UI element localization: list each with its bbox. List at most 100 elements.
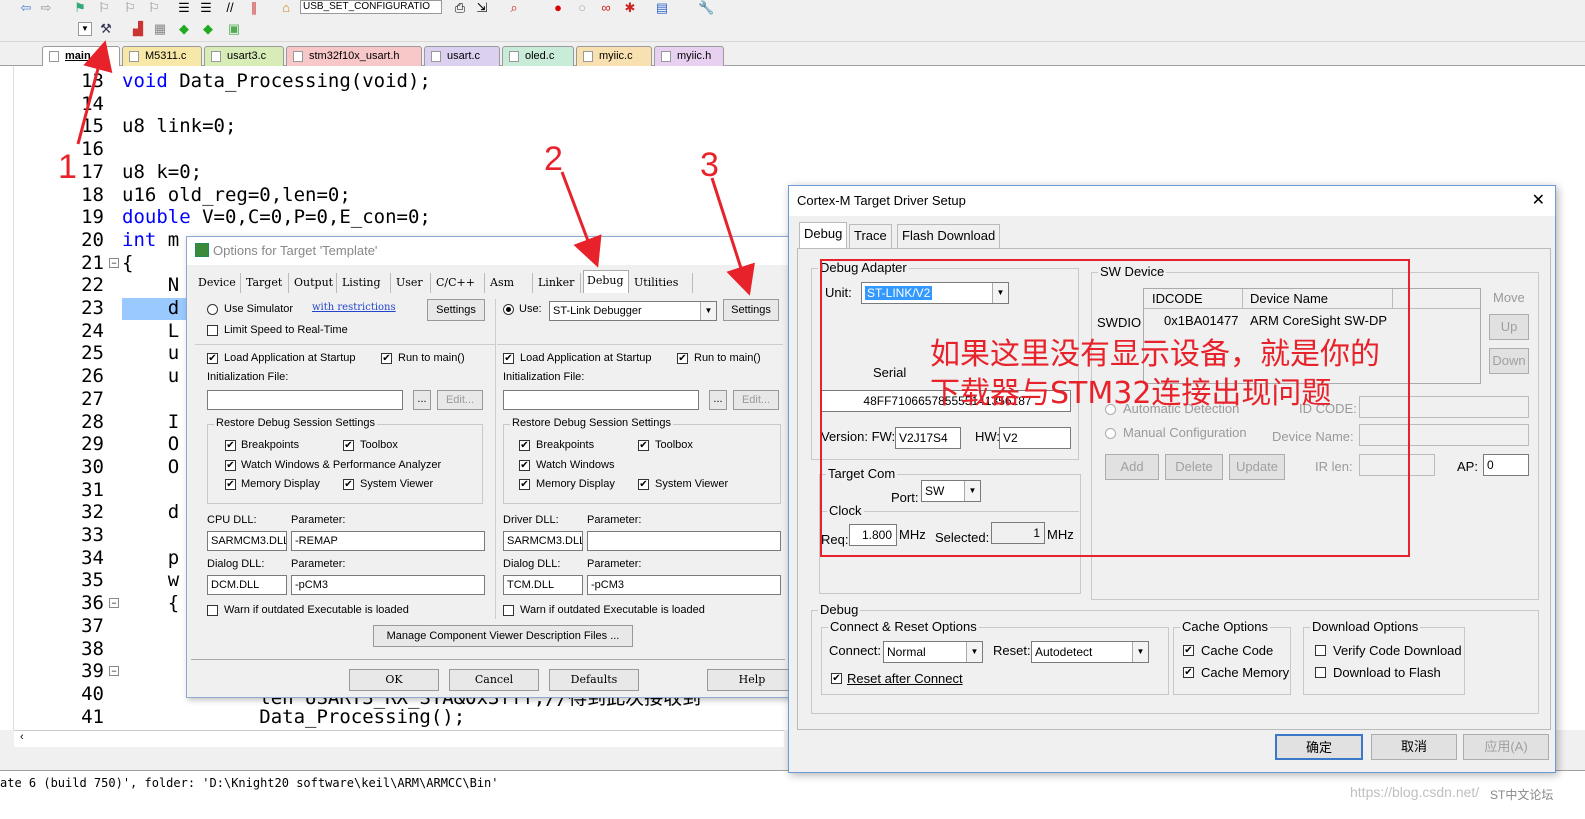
pack-installer-icon[interactable]: ◆	[176, 21, 192, 37]
toolbox-checkbox-right[interactable]: ✔	[638, 440, 649, 451]
bookmark-clear-icon[interactable]: ⚐	[146, 0, 162, 16]
select-packs-icon[interactable]: ▦	[152, 21, 168, 37]
use-simulator-radio[interactable]	[207, 304, 218, 315]
code-line[interactable]: u	[122, 365, 179, 387]
connect-select[interactable]: Normal ▼	[883, 641, 983, 663]
watch-windows-checkbox[interactable]: ✔	[225, 460, 236, 471]
horizontal-scrollbar[interactable]: ‹	[14, 730, 784, 747]
load-app-checkbox-right[interactable]: ✔	[503, 353, 514, 364]
move-down-button[interactable]: Down	[1489, 348, 1529, 374]
options-for-target-icon[interactable]: ⚒	[98, 21, 114, 37]
dialog-param-input[interactable]: -pCM3	[291, 575, 485, 595]
code-line[interactable]: int m	[122, 229, 179, 251]
code-line[interactable]: Data_Processing();	[122, 706, 465, 728]
code-line[interactable]: d	[122, 501, 179, 523]
bookmark-prev-icon[interactable]: ⚐	[96, 0, 112, 16]
breakpoints-checkbox-right[interactable]: ✔	[519, 440, 530, 451]
options-tab[interactable]: C/C++	[433, 273, 485, 293]
bookmark-icon[interactable]: ⚑	[72, 0, 88, 16]
options-tab[interactable]: Asm	[487, 273, 533, 293]
file-tab[interactable]: M5311.c	[122, 46, 202, 66]
code-line[interactable]: w	[122, 569, 179, 591]
code-line[interactable]: u8 k=0;	[122, 161, 202, 183]
reset-after-connect-checkbox[interactable]: ✔	[831, 673, 842, 684]
reset-select[interactable]: Autodetect ▼	[1031, 641, 1149, 663]
cancel-button[interactable]: Cancel	[449, 669, 539, 691]
options-tab[interactable]: User	[393, 273, 431, 293]
code-line[interactable]: u16 old_reg=0,len=0;	[122, 184, 351, 206]
debug-session-icon[interactable]: ⌕	[506, 0, 522, 16]
help-button[interactable]: Help	[707, 669, 797, 691]
code-line[interactable]: {	[122, 592, 179, 614]
back-icon[interactable]: ⇦	[18, 0, 34, 16]
code-line[interactable]: u8 link=0;	[122, 115, 236, 137]
dialog-dll-input[interactable]: DCM.DLL	[207, 575, 287, 595]
configure-icon[interactable]: 🔧	[698, 0, 714, 16]
incremental-find-icon[interactable]: ⇲	[474, 0, 490, 16]
confirm-button[interactable]: 确定	[1275, 734, 1363, 760]
options-tab[interactable]: Listing	[339, 273, 391, 293]
init-file-input[interactable]	[207, 390, 403, 410]
init-file-browse-button[interactable]: ...	[413, 390, 431, 410]
move-up-button[interactable]: Up	[1489, 314, 1529, 340]
breakpoint-kill-icon[interactable]: ✱	[622, 0, 638, 16]
debugger-select[interactable]: ST-Link Debugger ▼	[549, 301, 717, 321]
tab-debug[interactable]: Debug	[799, 222, 848, 248]
options-tab[interactable]: Utilities	[631, 273, 693, 293]
code-line[interactable]: I	[122, 411, 179, 433]
code-line[interactable]: u	[122, 342, 179, 364]
init-file-edit-button-right[interactable]: Edit...	[733, 390, 779, 410]
forward-icon[interactable]: ⇨	[38, 0, 54, 16]
file-tab[interactable]: myiic.c	[576, 46, 652, 66]
download-flash-checkbox[interactable]	[1315, 667, 1326, 678]
breakpoint-disable-all-icon[interactable]: ∞	[598, 0, 614, 16]
init-file-edit-button[interactable]: Edit...	[437, 390, 483, 410]
use-debugger-radio[interactable]	[503, 304, 514, 315]
run-time-environment-icon[interactable]: ◆	[200, 21, 216, 37]
options-tab[interactable]: Target	[243, 273, 289, 293]
code-line[interactable]: O	[122, 433, 179, 455]
file-tab[interactable]: myiic.h	[654, 46, 724, 66]
code-line[interactable]: d	[122, 297, 179, 319]
run-to-main-checkbox[interactable]: ✔	[381, 353, 392, 364]
indent-icon[interactable]: ☰	[176, 0, 192, 16]
find-icon[interactable]: ⎙	[452, 0, 468, 16]
code-line[interactable]: O	[122, 456, 179, 478]
cpu-param-input[interactable]: -REMAP	[291, 531, 485, 551]
breakpoints-checkbox[interactable]: ✔	[225, 440, 236, 451]
toolbox-checkbox[interactable]: ✔	[343, 440, 354, 451]
system-viewer-checkbox[interactable]: ✔	[343, 479, 354, 490]
init-file-input-right[interactable]	[503, 390, 699, 410]
verify-code-checkbox[interactable]	[1315, 645, 1326, 656]
tab-flash-download[interactable]: Flash Download	[897, 224, 1001, 248]
tab-trace[interactable]: Trace	[849, 224, 892, 248]
window-layout-icon[interactable]: ▤	[654, 0, 670, 16]
ap-input[interactable]: 0	[1483, 454, 1529, 476]
warn-outdated-checkbox-right[interactable]	[503, 605, 514, 616]
debugger-settings-button[interactable]: Settings	[723, 299, 779, 321]
cancel-button-cortex[interactable]: 取消	[1371, 734, 1457, 760]
file-tab[interactable]: oled.c	[502, 46, 574, 66]
cache-code-checkbox[interactable]: ✔	[1183, 645, 1194, 656]
cache-memory-checkbox[interactable]: ✔	[1183, 667, 1194, 678]
find-in-files-icon[interactable]: ⌂	[278, 0, 294, 16]
load-app-checkbox[interactable]: ✔	[207, 353, 218, 364]
comment-icon[interactable]: //	[222, 0, 238, 16]
memory-display-checkbox[interactable]: ✔	[225, 479, 236, 490]
cpu-dll-input[interactable]: SARMCM3.DLL	[207, 531, 287, 551]
code-line[interactable]: p	[122, 547, 179, 569]
run-to-main-checkbox-right[interactable]: ✔	[677, 353, 688, 364]
code-line[interactable]: double V=0,C=0,P=0,E_con=0;	[122, 206, 431, 228]
close-icon[interactable]: ✕	[1532, 190, 1545, 210]
with-restrictions-link[interactable]: with restrictions	[312, 302, 396, 313]
memory-display-checkbox-right[interactable]: ✔	[519, 479, 530, 490]
event-recorder-icon[interactable]: ▣	[226, 21, 242, 37]
code-line[interactable]: {	[122, 252, 133, 274]
target-combo[interactable]: USB_SET_CONFIGURATIO	[300, 0, 442, 14]
code-line[interactable]: void Data_Processing(void);	[122, 70, 431, 92]
breakpoint-icon[interactable]: ●	[550, 0, 566, 16]
limit-speed-checkbox[interactable]	[207, 325, 218, 336]
driver-dll-input[interactable]: SARMCM3.DLL	[503, 531, 583, 551]
driver-param-input[interactable]	[587, 531, 781, 551]
bookmark-next-icon[interactable]: ⚐	[122, 0, 138, 16]
